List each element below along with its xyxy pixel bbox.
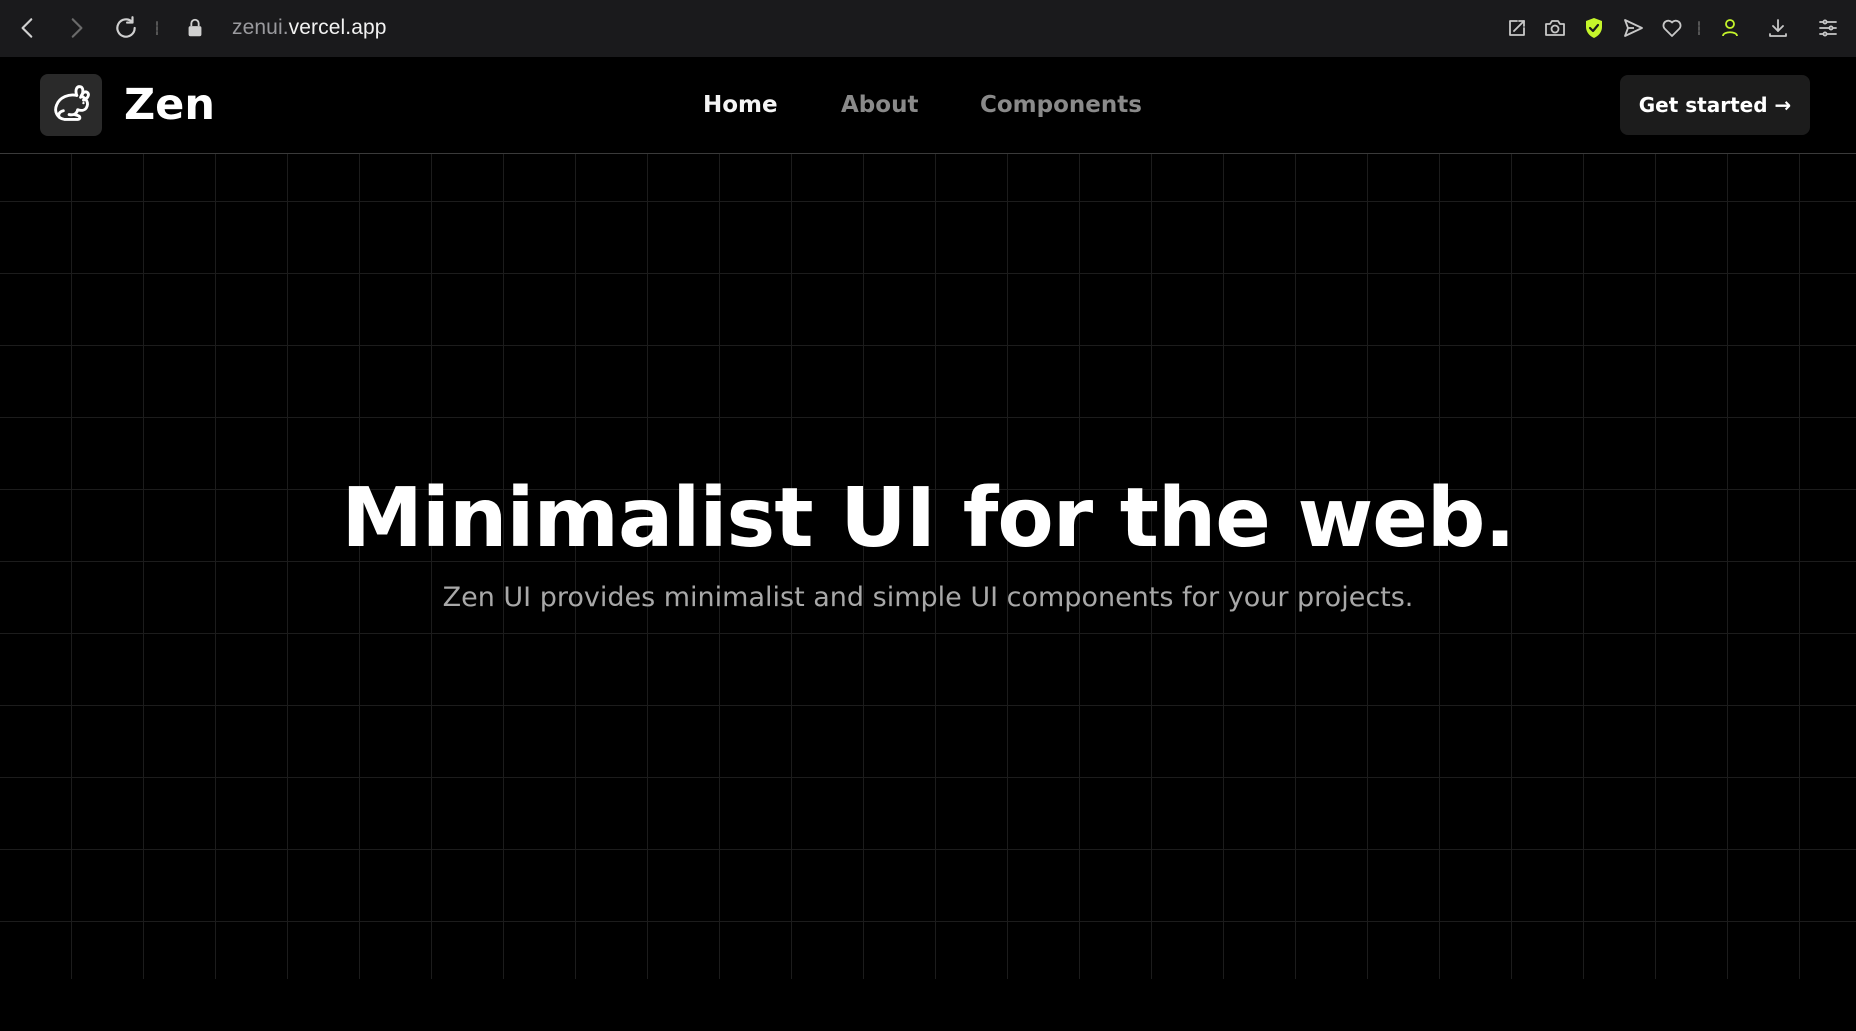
menu-button[interactable]	[1812, 12, 1844, 44]
shield-check-icon	[1586, 18, 1602, 38]
url-text: zenui.vercel.app	[232, 16, 387, 40]
url-domain: vercel.app	[288, 16, 387, 39]
site-header: Zen Home About Components Get started →	[0, 57, 1856, 154]
nav-home[interactable]: Home	[703, 90, 778, 120]
bookmark-button[interactable]	[1656, 12, 1688, 44]
hero-section: Minimalist UI for the web. Zen UI provid…	[0, 154, 1856, 1031]
toolbar-divider	[156, 21, 158, 35]
download-icon	[1769, 19, 1787, 37]
chevron-left-icon	[21, 18, 33, 38]
reload-button[interactable]	[110, 12, 142, 44]
browser-toolbar: zenui.vercel.app	[0, 0, 1856, 57]
nav-about[interactable]: About	[841, 90, 918, 120]
downloads-button[interactable]	[1762, 12, 1794, 44]
url-prefix: zenui.	[232, 16, 289, 39]
screenshot-button[interactable]	[1539, 12, 1571, 44]
back-button[interactable]	[12, 12, 44, 44]
share-icon	[1509, 20, 1525, 36]
share-button[interactable]	[1501, 12, 1533, 44]
hero-subtitle: Zen UI provides minimalist and simple UI…	[442, 582, 1414, 613]
lock-icon	[188, 18, 202, 37]
reload-icon	[116, 16, 136, 38]
logo[interactable]	[40, 74, 102, 136]
hero-title: Minimalist UI for the web.	[341, 471, 1515, 566]
chevron-right-icon	[71, 18, 83, 38]
toolbar-divider	[1698, 21, 1700, 35]
send-button[interactable]	[1617, 12, 1649, 44]
menu-icon	[1819, 19, 1837, 37]
profile-button[interactable]	[1714, 12, 1746, 44]
forward-button[interactable]	[60, 12, 92, 44]
shield-button[interactable]	[1578, 12, 1610, 44]
camera-icon	[1545, 20, 1565, 36]
brand-name[interactable]: Zen	[124, 77, 215, 133]
user-icon	[1722, 19, 1738, 37]
get-started-button[interactable]: Get started →	[1620, 75, 1810, 135]
rabbit-icon	[54, 85, 90, 121]
address-bar[interactable]: zenui.vercel.app	[184, 12, 387, 44]
send-icon	[1624, 19, 1643, 37]
heart-icon	[1662, 19, 1682, 37]
nav-components[interactable]: Components	[980, 90, 1142, 120]
